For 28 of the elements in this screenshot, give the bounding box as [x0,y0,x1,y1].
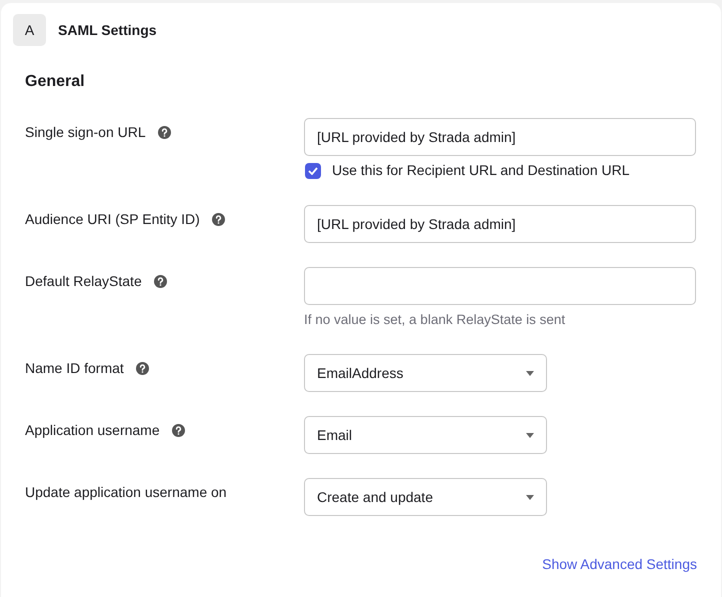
help-icon[interactable] [172,424,185,438]
checkbox[interactable] [305,162,321,178]
text-field[interactable]: [URL provided by Strada admin] [304,118,696,156]
field-label: Audience URI (SP Entity ID) [25,210,200,229]
help-icon[interactable] [154,275,167,288]
section-title: General [25,72,86,92]
field-label: Update application username on [25,483,227,502]
check-icon [308,166,318,174]
caret-icon [526,370,534,376]
help-icon[interactable] [212,213,225,226]
card-title: SAML Settings [58,20,157,40]
field-label: Default RelayState [25,272,142,291]
field-label: Application username [25,421,160,440]
text-field[interactable]: [URL provided by Strada admin] [304,205,696,243]
help-icon[interactable] [158,126,171,139]
field-label: Single sign-on URL [25,123,146,142]
help-icon[interactable] [136,362,149,376]
dropdown[interactable]: Email [304,416,547,454]
checkbox-label: Use this for Recipient URL and Destination URL [332,161,630,180]
hint-text: If no value is set, a blank RelayState is sent [304,311,566,329]
text-field[interactable] [304,267,696,305]
caret-icon [526,432,534,438]
app-badge: A [13,14,46,46]
caret-icon [526,494,534,500]
field-label: Name ID format [25,359,124,378]
dropdown[interactable]: EmailAddress [304,354,547,392]
advanced-settings-link[interactable]: Show Advanced Settings [542,554,697,576]
dropdown[interactable]: Create and update [304,478,547,516]
